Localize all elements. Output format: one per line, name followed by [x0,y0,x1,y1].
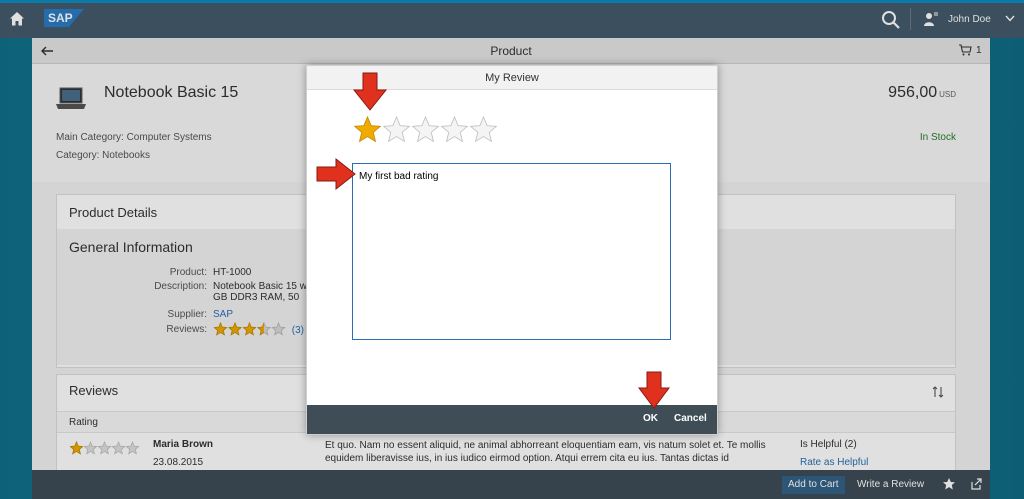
rating-star-filled [354,116,381,143]
rating-star [411,116,440,143]
review-text-input[interactable] [352,163,671,340]
ok-button[interactable]: OK [643,413,658,424]
rating-star [469,116,498,143]
dialog-footer: OK Cancel [307,405,717,434]
rating-star [382,116,411,143]
rating-control[interactable] [353,116,503,146]
rating-star [440,116,469,143]
star-rating-icons[interactable] [353,116,503,146]
red-pointer-arrow [316,158,356,190]
cancel-button[interactable]: Cancel [674,413,707,424]
red-pointer-arrow [638,371,670,409]
red-pointer-arrow [352,72,388,111]
